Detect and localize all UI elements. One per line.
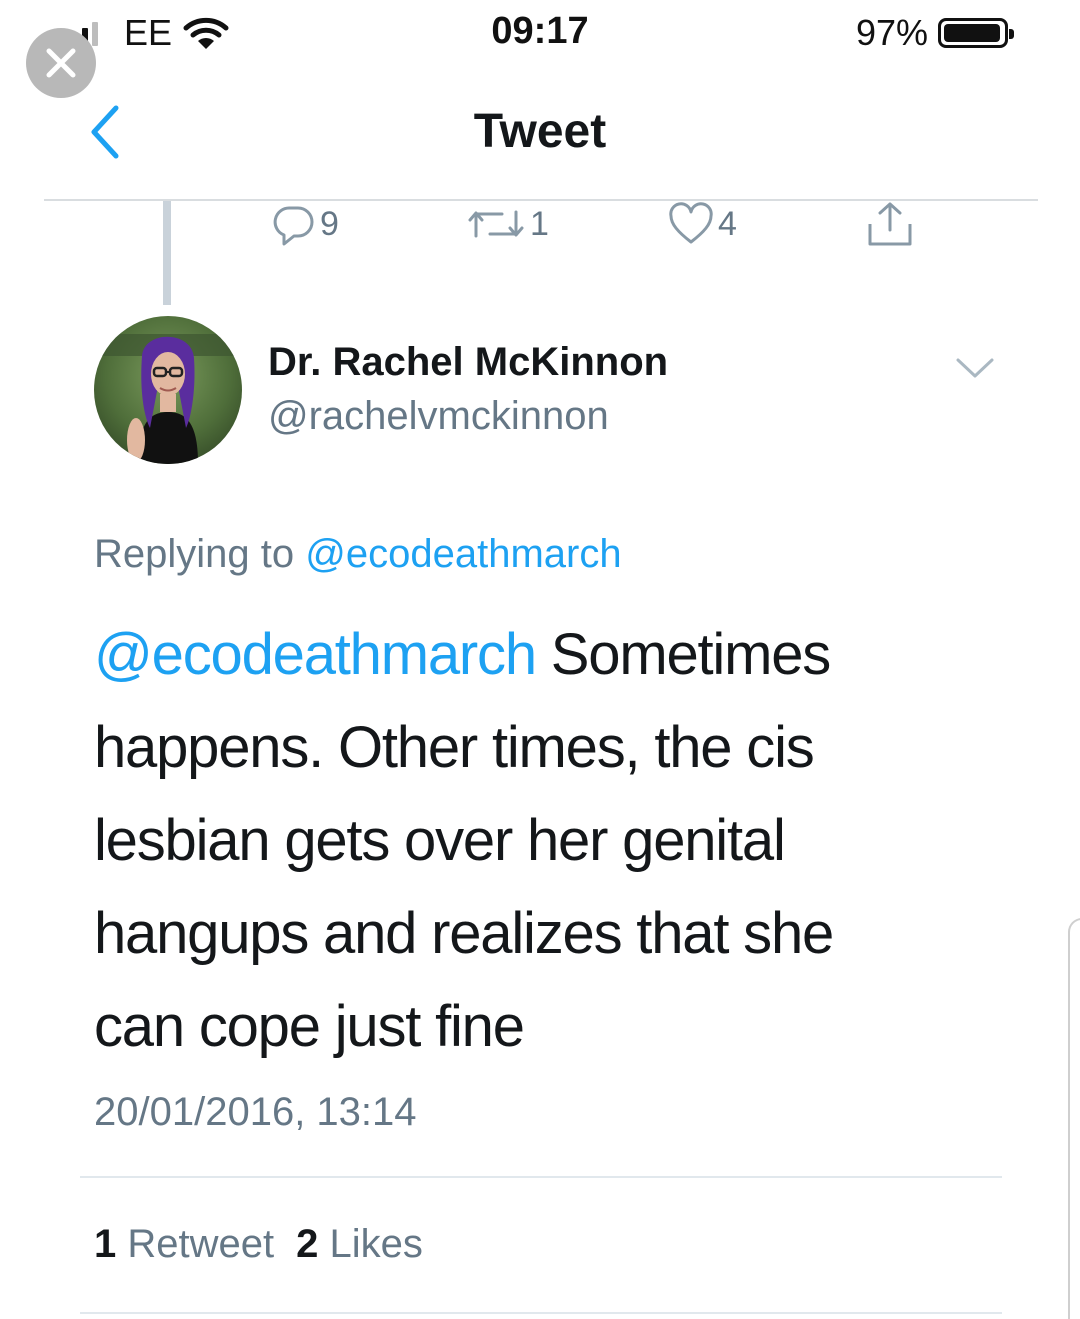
chevron-down-icon bbox=[956, 358, 994, 378]
retweet-count: 1 bbox=[530, 204, 549, 243]
reply-icon bbox=[273, 206, 314, 246]
tweet-stats: 1 Retweet 2 Likes bbox=[94, 1222, 423, 1267]
edge-panel bbox=[1068, 918, 1080, 1319]
likes-stat[interactable]: 2 Likes bbox=[296, 1222, 423, 1266]
tweet-line: hangups and realizes that she bbox=[94, 901, 834, 966]
divider bbox=[80, 1176, 1002, 1178]
retweet-icon bbox=[468, 210, 524, 238]
tweet-line: lesbian gets over her genital bbox=[94, 808, 786, 873]
share-icon bbox=[868, 202, 912, 246]
tweet-line: can cope just fine bbox=[94, 994, 525, 1059]
replying-to-label: Replying to bbox=[94, 532, 295, 576]
status-bar: EE 09:17 97% bbox=[0, 0, 1080, 70]
author-handle[interactable]: @rachelvmckinnon bbox=[268, 394, 609, 439]
divider bbox=[80, 1312, 1002, 1314]
battery-icon bbox=[938, 18, 1014, 48]
avatar[interactable] bbox=[94, 316, 242, 464]
heart-icon bbox=[669, 202, 713, 244]
retweet-stat-count: 1 bbox=[94, 1222, 117, 1266]
like-stat-label: Likes bbox=[329, 1222, 423, 1266]
tweet-line: @ecodeathmarch Sometimes bbox=[94, 608, 994, 701]
previous-tweet-actions: 9 1 4 bbox=[0, 200, 1080, 250]
tweet-timestamp: 20/01/2016, 13:14 bbox=[94, 1090, 417, 1134]
like-stat-count: 2 bbox=[296, 1222, 319, 1266]
replying-to-mention[interactable]: @ecodeathmarch bbox=[305, 532, 621, 576]
tweet-line: happens. Other times, the cis bbox=[94, 715, 815, 780]
close-icon bbox=[46, 48, 76, 78]
tweet-mention[interactable]: @ecodeathmarch bbox=[94, 622, 537, 687]
share-button[interactable] bbox=[864, 200, 916, 248]
tweet-detail-screen: EE 09:17 97% Tweet 9 1 4 Dr. Rachel McKi… bbox=[0, 0, 1080, 1319]
tweet-options-button[interactable] bbox=[952, 352, 998, 382]
battery-percentage: 97% bbox=[855, 12, 928, 53]
replying-to: Replying to @ecodeathmarch bbox=[94, 532, 622, 577]
reply-count: 9 bbox=[320, 204, 339, 243]
tweet-line-text: Sometimes bbox=[535, 622, 831, 687]
like-button[interactable]: 4 bbox=[668, 200, 737, 248]
retweet-stat-label: Retweet bbox=[127, 1222, 275, 1266]
author-name[interactable]: Dr. Rachel McKinnon bbox=[268, 340, 668, 385]
close-button[interactable] bbox=[26, 28, 96, 98]
page-title: Tweet bbox=[473, 105, 607, 158]
retweet-button[interactable]: 1 bbox=[466, 200, 549, 248]
retweets-stat[interactable]: 1 Retweet bbox=[94, 1222, 274, 1266]
like-count: 4 bbox=[718, 204, 737, 243]
reply-button[interactable]: 9 bbox=[272, 200, 339, 248]
tweet-text: @ecodeathmarch Sometimes happens. Other … bbox=[94, 608, 994, 1073]
